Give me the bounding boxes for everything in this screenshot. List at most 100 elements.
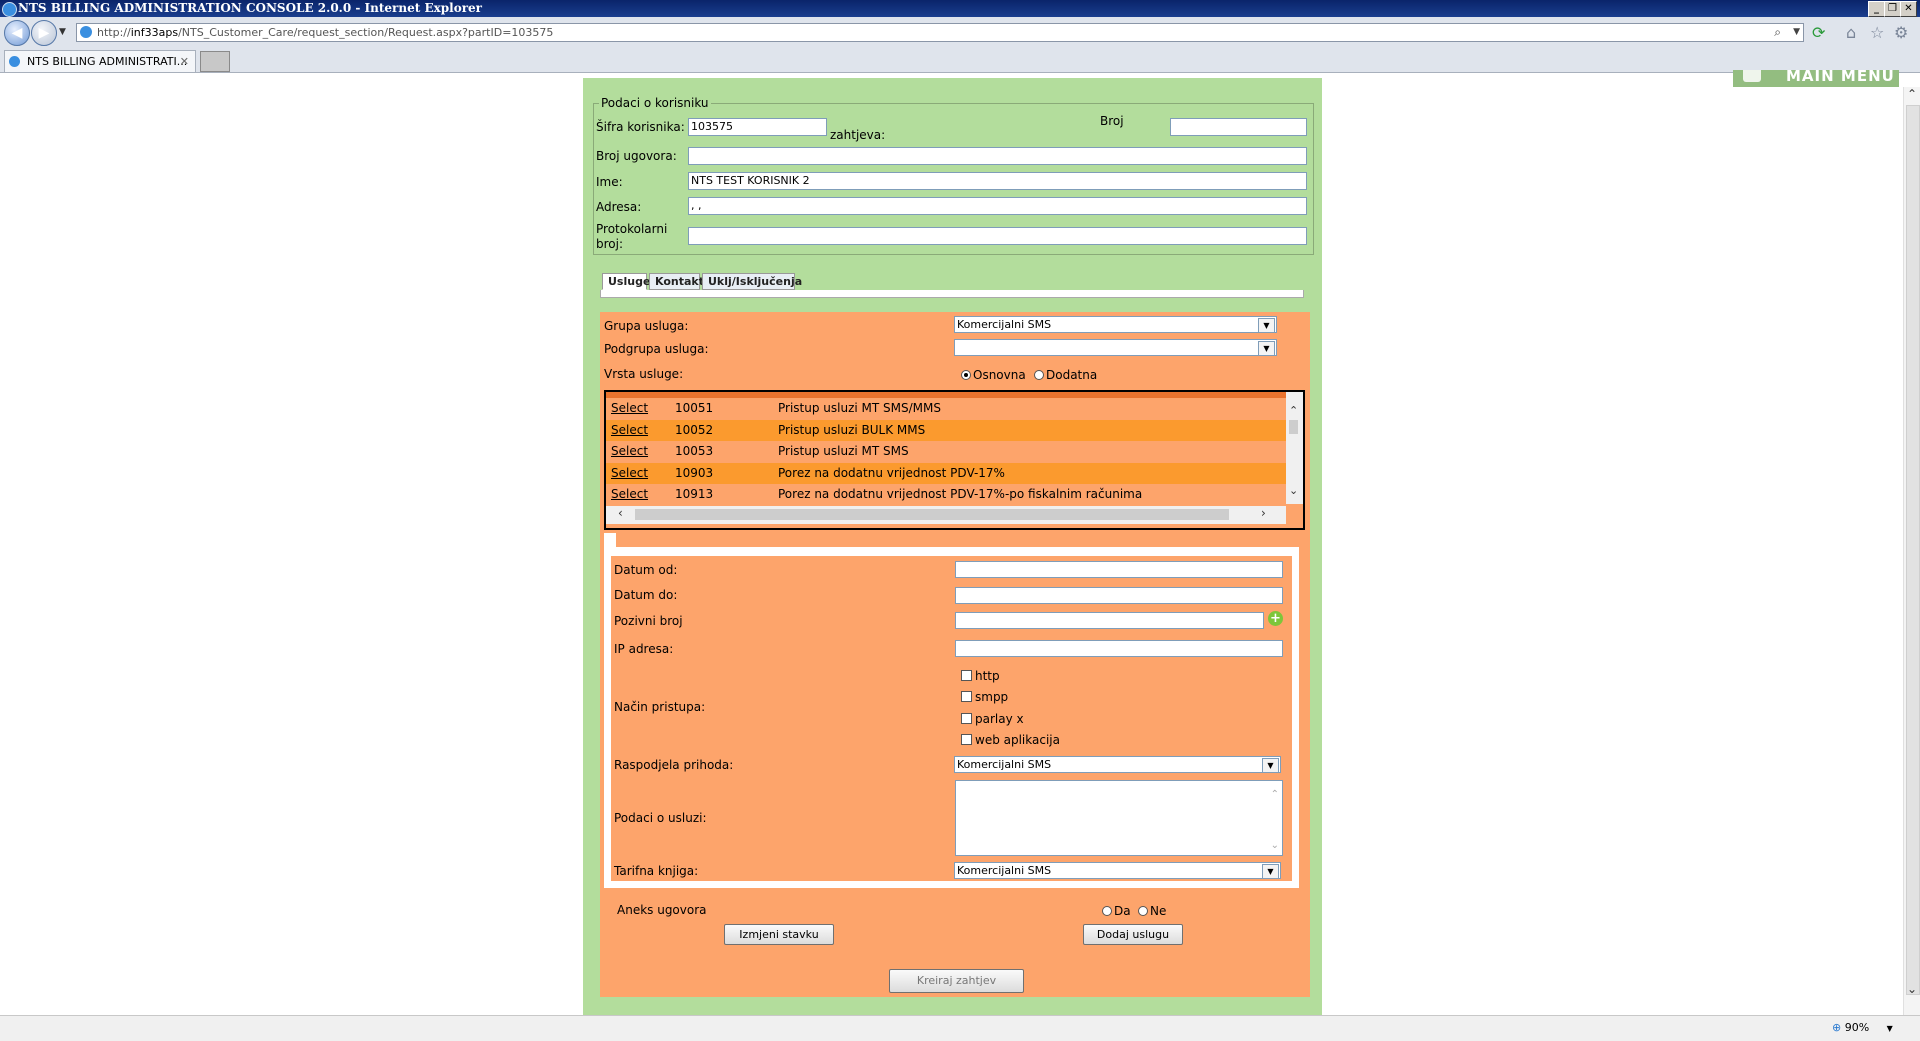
- checkbox-web[interactable]: web aplikacija: [961, 733, 1060, 747]
- row-select-link[interactable]: Select: [611, 420, 648, 441]
- favorites-icon[interactable]: ☆: [1870, 25, 1884, 41]
- browser-navbar: ◀ ▶ ▼ http://inf33aps/NTS_Customer_Care/…: [0, 17, 1920, 49]
- ip-label: IP adresa:: [614, 642, 674, 656]
- refresh-icon[interactable]: ⟳: [1812, 25, 1825, 41]
- tarifna-select[interactable]: Komercijalni SMS ▼: [954, 862, 1281, 879]
- datum-od-label: Datum od:: [614, 563, 678, 577]
- page-scroll-thumb[interactable]: [1906, 105, 1920, 995]
- history-dropdown-icon[interactable]: ▼: [59, 27, 66, 37]
- protokol-label-2: broj:: [596, 237, 624, 251]
- row-description: Pristup usluzi MT SMS: [778, 444, 909, 458]
- close-icon[interactable]: ✕: [1900, 1, 1917, 17]
- scroll-down-icon[interactable]: ⌄: [1289, 484, 1298, 497]
- row-select-link[interactable]: Select: [611, 484, 648, 505]
- tab-uklj-iskljucenja[interactable]: Uklj/Isključenja: [702, 273, 802, 290]
- row-select-link[interactable]: Select: [611, 398, 648, 419]
- table-row[interactable]: Select 10903 Porez na dodatnu vrijednost P…: [606, 462, 1286, 484]
- tools-gear-icon[interactable]: ⚙: [1894, 25, 1908, 41]
- datum-od-input[interactable]: [955, 561, 1283, 578]
- pozivni-input[interactable]: [955, 612, 1264, 629]
- radio-dodatna[interactable]: Dodatna: [1034, 368, 1097, 382]
- grupa-select[interactable]: Komercijalni SMS ▼: [954, 316, 1277, 333]
- chevron-down-icon: ▼: [1258, 318, 1275, 333]
- grid-horizontal-scrollbar[interactable]: ‹ ›: [606, 506, 1286, 524]
- tarifna-select-value: Komercijalni SMS: [957, 864, 1052, 877]
- ime-input[interactable]: NTS TEST KORISNIK 2: [688, 172, 1307, 190]
- dodaj-uslugu-button[interactable]: Dodaj uslugu: [1083, 924, 1183, 945]
- raspodjela-select[interactable]: Komercijalni SMS ▼: [954, 756, 1281, 773]
- zoom-dropdown-icon: ▼: [1886, 1024, 1893, 1033]
- grupa-label: Grupa usluga:: [604, 319, 689, 333]
- sifra-label: Šifra korisnika:: [596, 120, 685, 134]
- home-icon[interactable]: ⌂: [1846, 25, 1856, 41]
- checkbox-web-label: web aplikacija: [975, 733, 1060, 747]
- table-row[interactable]: Select 10051 Pristup usluzi MT SMS/MMS: [606, 398, 1286, 419]
- back-button[interactable]: ◀: [4, 20, 30, 46]
- broj-label: Broj: [1100, 114, 1124, 128]
- address-dropdown-icon[interactable]: ▼: [1793, 24, 1800, 41]
- ime-label: Ime:: [596, 175, 623, 189]
- scroll-up-icon[interactable]: ⌃: [1289, 404, 1298, 417]
- main-menu-button[interactable]: MAIN MENU: [1733, 70, 1899, 87]
- radio-osnovna[interactable]: Osnovna: [961, 368, 1026, 382]
- page-vertical-scrollbar[interactable]: ⌃ ⌄: [1903, 87, 1920, 1015]
- hscroll-thumb[interactable]: [635, 509, 1229, 520]
- protokol-input[interactable]: [688, 227, 1307, 245]
- checkbox-http-box: [961, 670, 972, 681]
- checkbox-smpp[interactable]: smpp: [961, 690, 1008, 704]
- izmjeni-stavku-button[interactable]: Izmjeni stavku: [724, 924, 834, 945]
- chevron-down-icon: ▼: [1258, 341, 1275, 356]
- grid-vertical-scrollbar[interactable]: ⌃ ⌄: [1286, 392, 1303, 504]
- forward-button[interactable]: ▶: [31, 20, 57, 46]
- ugovor-input[interactable]: [688, 147, 1307, 165]
- browser-tab[interactable]: NTS BILLING ADMINISTRATI... ✕: [4, 50, 196, 72]
- kreiraj-zahtjev-button[interactable]: Kreiraj zahtjev: [889, 969, 1024, 993]
- scroll-right-icon[interactable]: ›: [1261, 506, 1266, 520]
- row-select-link[interactable]: Select: [611, 463, 648, 484]
- table-row[interactable]: Select 10052 Pristup usluzi BULK MMS: [606, 419, 1286, 441]
- tab-kontakt[interactable]: Kontakt: [649, 273, 704, 290]
- radio-ne-icon: [1138, 906, 1148, 916]
- page-scroll-up-icon[interactable]: ⌃: [1907, 87, 1917, 101]
- sifra-input[interactable]: 103575: [688, 118, 827, 136]
- new-tab-button[interactable]: [200, 51, 230, 72]
- adresa-label: Adresa:: [596, 200, 642, 214]
- browser-tab-row: NTS BILLING ADMINISTRATI... ✕: [0, 48, 1920, 73]
- scroll-left-icon[interactable]: ‹: [618, 506, 623, 520]
- row-description: Pristup usluzi MT SMS/MMS: [778, 401, 941, 415]
- textarea-scroll-down-icon[interactable]: ⌄: [1271, 840, 1279, 851]
- podgrupa-select[interactable]: ▼: [954, 339, 1277, 356]
- table-row[interactable]: Select 10053 Pristup usluzi MT SMS: [606, 441, 1286, 462]
- search-icon[interactable]: ⌕: [1774, 24, 1781, 41]
- page-scroll-down-icon[interactable]: ⌄: [1907, 982, 1917, 996]
- radio-da[interactable]: Da: [1102, 904, 1131, 918]
- ip-input[interactable]: [955, 640, 1283, 657]
- row-description: Pristup usluzi BULK MMS: [778, 422, 926, 437]
- radio-dodatna-icon: [1034, 370, 1044, 380]
- grupa-select-value: Komercijalni SMS: [957, 318, 1052, 331]
- tab-usluge[interactable]: Usluge: [602, 273, 650, 290]
- korisnik-legend: Podaci o korisniku: [599, 96, 711, 110]
- address-bar[interactable]: http://inf33aps/NTS_Customer_Care/reques…: [76, 23, 1804, 42]
- podaci-textarea[interactable]: ⌃ ⌄: [955, 780, 1283, 856]
- radio-ne[interactable]: Ne: [1138, 904, 1166, 918]
- adresa-input[interactable]: , ,: [688, 197, 1307, 215]
- tab-panel-border: [600, 290, 1304, 298]
- table-row[interactable]: Select 10913 Porez na dodatnu vrijednost P…: [606, 484, 1286, 505]
- scroll-thumb[interactable]: [1289, 420, 1298, 434]
- row-code: 10913: [675, 487, 714, 501]
- checkbox-http[interactable]: http: [961, 669, 1000, 683]
- broj-zahtjeva-input[interactable]: [1170, 118, 1307, 136]
- zoom-control[interactable]: ⊕ 90% ▼: [1832, 1021, 1893, 1034]
- podgrupa-label: Podgrupa usluga:: [604, 342, 709, 356]
- minimize-icon[interactable]: _: [1868, 1, 1885, 17]
- datum-do-input[interactable]: [955, 587, 1283, 604]
- textarea-scroll-up-icon[interactable]: ⌃: [1271, 789, 1279, 800]
- checkbox-parlay[interactable]: parlay x: [961, 712, 1024, 726]
- add-plus-icon[interactable]: +: [1268, 611, 1283, 626]
- restore-icon[interactable]: ❐: [1884, 1, 1901, 17]
- chevron-down-icon: ▼: [1262, 864, 1279, 879]
- tab-close-icon[interactable]: ✕: [180, 51, 189, 72]
- row-select-link[interactable]: Select: [611, 441, 648, 462]
- browser-tab-label: NTS BILLING ADMINISTRATI...: [27, 55, 188, 68]
